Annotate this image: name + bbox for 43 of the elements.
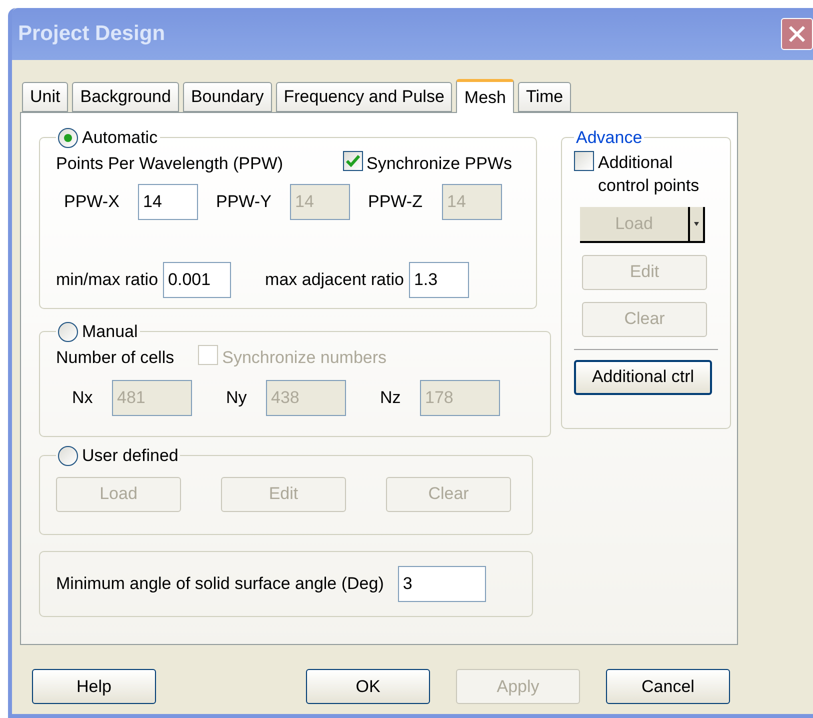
checkbox-label: Synchronize numbers	[222, 346, 387, 368]
checkbox-label: Synchronize PPWs	[366, 152, 512, 174]
ratio-label: max adjacent ratio	[265, 269, 404, 292]
button[interactable]: Cancel	[606, 669, 730, 704]
checkbox-label: Additional control points	[598, 152, 700, 196]
tab[interactable]: Boundary	[182, 82, 272, 112]
button[interactable]: OK	[306, 669, 430, 704]
radio-button[interactable]	[58, 446, 78, 466]
cells-label: Number of cells	[56, 346, 174, 368]
tab[interactable]: Background	[72, 82, 179, 112]
ppw-label: Points Per Wavelength (PPW)	[56, 152, 284, 174]
input-field[interactable]: 3	[398, 566, 486, 602]
radio-label: Automatic	[82, 127, 158, 149]
tab[interactable]: Time	[518, 82, 572, 112]
radio-button[interactable]	[58, 322, 78, 342]
field-label: PPW-Z	[368, 191, 424, 214]
radio-label: User defined	[82, 445, 178, 467]
caret-icon	[694, 222, 699, 226]
tab[interactable]: Mesh	[456, 79, 514, 113]
close-button[interactable]	[781, 18, 813, 50]
field-label: PPW-Y	[216, 191, 272, 214]
field-label: Nz	[380, 387, 402, 410]
checkbox[interactable]	[342, 150, 362, 170]
radio-button[interactable]	[58, 128, 78, 148]
ratio-label: min/max ratio	[56, 269, 158, 292]
field-label: Ny	[226, 387, 248, 410]
group-title: Advance	[575, 127, 644, 149]
input-field[interactable]: 14	[138, 184, 198, 220]
angle-label: Minimum angle of solid surface angle (Deg)	[56, 573, 384, 596]
tab[interactable]: Frequency and Pulse	[276, 82, 452, 112]
dropdown-button[interactable]	[690, 206, 705, 242]
check-icon	[346, 154, 360, 166]
close-icon	[788, 25, 806, 43]
checkbox[interactable]	[574, 150, 594, 170]
window-title: Project Design	[18, 21, 166, 48]
field-label: PPW-X	[64, 191, 120, 214]
field-label: Nx	[72, 387, 94, 410]
input-field[interactable]: 0.001	[163, 262, 232, 298]
tab[interactable]: Unit	[22, 82, 68, 112]
radio-label: Manual	[82, 321, 138, 343]
input-field[interactable]: 1.3	[408, 262, 469, 298]
button[interactable]: Additional ctrl	[574, 360, 712, 394]
button[interactable]: Help	[32, 669, 156, 704]
